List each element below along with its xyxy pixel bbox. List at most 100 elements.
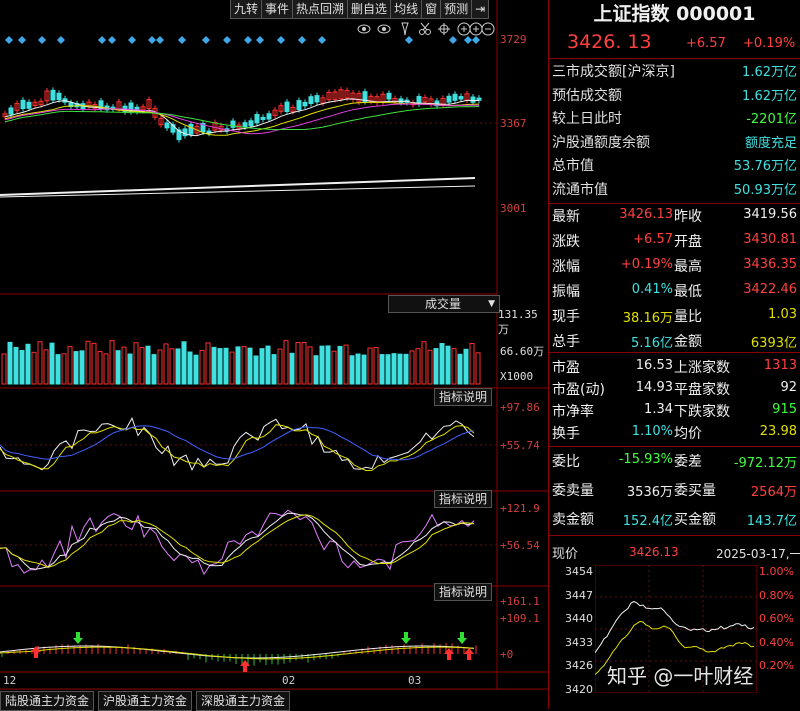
quote-row: 最新 3426.13 昨收 3419.56 [549,206,800,231]
volume-bar [307,346,313,385]
volume-bar [229,351,235,385]
indicator2-help-button[interactable]: 指标说明 [434,490,493,508]
volume-bar [211,346,217,385]
volume-bar [115,350,121,385]
quote-row-value: +6.57 [633,232,673,247]
signal-diamond [178,36,186,44]
quote-row-key: 开盘 [674,234,702,250]
quote-row-value: 38.16万 [622,311,673,326]
main-axis-bottom: 3001 [500,202,527,215]
ind1-axis-top: +97.86 [500,401,540,414]
volume-bar [337,345,343,385]
volume-bar [469,343,475,385]
volume-bar [385,354,391,385]
volume-bar [127,353,133,385]
signal-diamond [98,36,106,44]
candle-body [20,99,26,110]
market-info-row: 总市值 53.76万亿 [549,155,800,179]
mini-price-label: 现价 [552,547,579,562]
quote-row-value: +0.19% [620,257,673,272]
volume-bar [379,354,385,385]
tab-sh-connect-main-fund[interactable]: 沪股通主力资金 [98,691,193,711]
indicator1-help-button[interactable]: 指标说明 [434,388,493,406]
quote-row-value: 5.16亿 [631,336,673,351]
stat-row-value: 16.53 [635,358,673,373]
volume-bar [223,347,229,385]
volume-bar [295,342,301,385]
candle-body [8,107,14,115]
candle-body [470,96,476,103]
volume-bar [427,349,433,385]
signal-diamond [277,36,285,44]
candle-body [50,89,56,101]
volume-bar [79,350,85,385]
volume-bar [175,348,181,385]
order-row-key: 委卖量 [552,483,594,499]
quote-row-key: 总手 [552,334,580,350]
candle-body [302,101,308,107]
quote-row: 振幅 0.41% 最低 3422.46 [549,281,800,306]
quote-row-key: 振幅 [552,284,580,300]
volume-bar [463,348,469,385]
signal-diamond [5,36,13,44]
mini-left-tick: 3433 [565,635,593,649]
volume-unit: X1000 [500,370,534,383]
volume-bar [349,355,355,385]
stock-title: 上证指数 000001 [549,0,800,30]
signal-diamond [128,36,136,44]
tab-sz-connect-main-fund[interactable]: 深股通主力资金 [196,691,291,711]
volume-bar [253,355,259,385]
volume-bar [421,341,427,385]
quote-row-key: 昨收 [674,209,702,225]
order-row-key: 委买量 [674,483,716,499]
order-row-key: 委比 [552,454,580,470]
candle-body [56,92,62,101]
candle-body [452,93,458,101]
mini-left-tick: 3447 [565,588,593,602]
market-info-value: 53.76万亿 [733,159,797,174]
x-label-02: 02 [282,674,296,687]
volume-selector[interactable]: 成交量 ▼ [388,295,500,313]
volume-bar [91,342,97,385]
mini-left-tick: 3420 [565,682,593,696]
market-info-value: 50.93万亿 [733,182,797,198]
signal-diamond [472,36,480,44]
signal-diamond [57,36,65,44]
volume-bar [271,354,277,385]
volume-bar [433,348,439,385]
volume-bar [13,346,19,385]
watermark: 知乎 @一叶财经 [607,664,754,688]
tab-hk-connect-main-fund[interactable]: 陆股通主力资金 [0,691,95,711]
x-label-12: 12 [3,674,17,687]
stat-row-value: 1.34 [644,402,673,417]
volume-bar [73,351,79,385]
market-info-row: 三市成交额[沪深京] 1.62万亿 [549,61,800,85]
volume-bar [457,353,463,385]
volume-bar [169,348,175,385]
order-row-value: 2564万 [750,485,797,500]
quote-row-value: 3426.13 [619,207,673,222]
volume-bar [319,345,325,385]
volume-bar [445,345,451,385]
candle-body [458,96,464,100]
market-info-key: 三市成交额[沪深京] [552,64,675,80]
quote-row-key: 金额 [674,334,702,350]
signal-diamond [223,36,231,44]
signal-diamond [108,36,116,44]
volume-bar [325,345,331,385]
candle-body [296,100,302,111]
mini-right-tick: 0.60% [759,612,794,625]
main-axis-mid: 3367 [500,117,527,130]
volume-bar [181,341,187,385]
volume-selector-label: 成交量 [425,297,462,311]
indicator3-help-button[interactable]: 指标说明 [434,583,493,601]
candle-body [446,95,452,103]
market-info-value: -2201亿 [746,112,797,127]
volume-bar [373,347,379,385]
stat-row-key: 下跌家数 [674,404,730,420]
stat-row-key: 换手 [552,426,580,442]
order-row-value: 152.4亿 [622,514,673,529]
stat-row-value: 23.98 [759,424,797,439]
quote-row-key: 涨跌 [552,234,580,250]
candle-body [266,113,272,120]
